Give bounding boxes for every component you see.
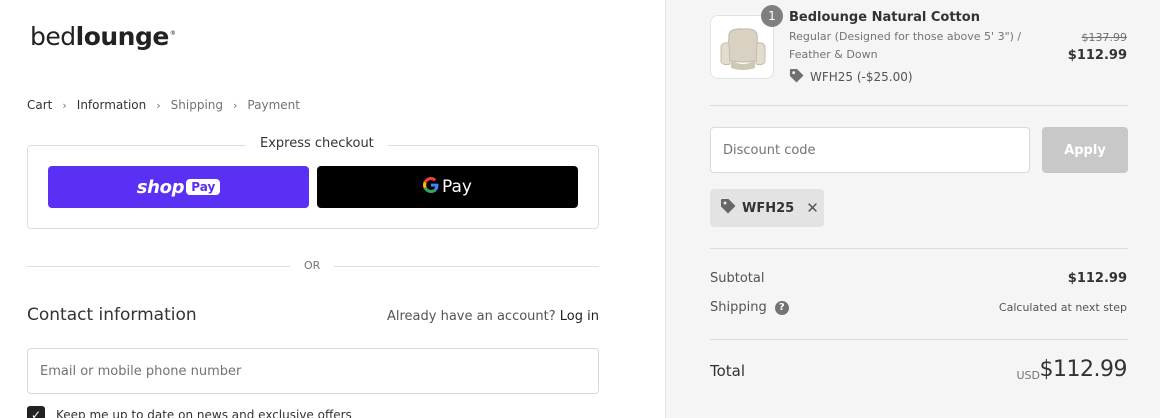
shipping-value: Calculated at next step (998, 301, 1127, 314)
applied-code: WFH25 (742, 200, 795, 216)
chevron-right-icon: › (156, 98, 161, 112)
shipping-row: Shipping? (710, 300, 789, 315)
express-checkout-title: Express checkout (246, 136, 388, 151)
email-field[interactable] (27, 348, 599, 394)
account-prompt-text: Already have an account? (386, 309, 556, 324)
contact-heading: Contact information (27, 305, 197, 325)
bedlounge-logo[interactable]: bedlounge® (30, 22, 176, 51)
currency-code: USD (1016, 369, 1040, 382)
product-variant: Regular (Designed for those above 5' 3")… (789, 30, 1022, 61)
shop-pay-wordmark: shop (136, 176, 185, 198)
newsletter-label: Keep me up to date on news and exclusive… (56, 408, 352, 418)
discount-tag-icon (789, 68, 804, 86)
total-label: Total (710, 362, 746, 380)
checkout-main: bedlounge® Cart › Information › Shipping… (0, 0, 665, 418)
subtotal-label: Subtotal (710, 271, 765, 286)
summary-divider (710, 339, 1128, 340)
subtotal-value: $112.99 (1067, 271, 1127, 286)
chevron-right-icon: › (62, 98, 67, 112)
applied-discount-chip: WFH25 ✕ (710, 189, 824, 227)
item-price: $112.99 (1067, 48, 1127, 63)
total-value: $112.99 (1039, 357, 1128, 382)
product-name: Bedlounge Natural Cotton (789, 10, 980, 25)
newsletter-checkbox[interactable]: ✓ (27, 406, 45, 418)
breadcrumb-payment: Payment (247, 98, 300, 112)
order-summary: 1 Bedlounge Natural Cotton Regular (Desi… (665, 0, 1160, 418)
original-price: $137.99 (1081, 31, 1128, 44)
product-discount-text: WFH25 (-$25.00) (810, 70, 913, 84)
discount-tag-icon (720, 198, 736, 218)
google-g-icon (423, 176, 439, 198)
registered-mark: ® (169, 30, 176, 37)
summary-divider (710, 105, 1128, 106)
chevron-right-icon: › (233, 98, 238, 112)
google-pay-label: Pay (442, 177, 472, 197)
bed-lounge-pillow-image (711, 16, 773, 78)
apply-button[interactable]: Apply (1042, 127, 1128, 173)
breadcrumb: Cart › Information › Shipping › Payment (27, 98, 300, 112)
summary-divider (710, 248, 1128, 249)
newsletter-row: ✓ Keep me up to date on news and exclusi… (27, 406, 352, 418)
shop-pay-badge: Pay (186, 179, 221, 195)
breadcrumb-cart[interactable]: Cart (27, 98, 52, 112)
google-pay-button[interactable]: Pay (317, 166, 578, 208)
discount-code-input[interactable] (710, 127, 1030, 173)
login-link[interactable]: Log in (560, 309, 599, 324)
shop-pay-button[interactable]: shop Pay (48, 166, 309, 208)
shipping-label: Shipping (710, 300, 767, 315)
quantity-badge: 1 (761, 5, 783, 27)
breadcrumb-shipping: Shipping (170, 98, 224, 112)
breadcrumb-information: Information (76, 98, 147, 112)
remove-discount-close-icon[interactable]: ✕ (806, 199, 819, 217)
logo-text-bed: bed (30, 22, 76, 51)
logo-text-lounge: lounge (75, 22, 170, 51)
or-text: OR (290, 259, 335, 272)
help-question-icon[interactable]: ? (774, 300, 789, 315)
product-discount: WFH25 (-$25.00) (789, 68, 913, 86)
account-prompt: Already have an account? Log in (387, 309, 599, 324)
